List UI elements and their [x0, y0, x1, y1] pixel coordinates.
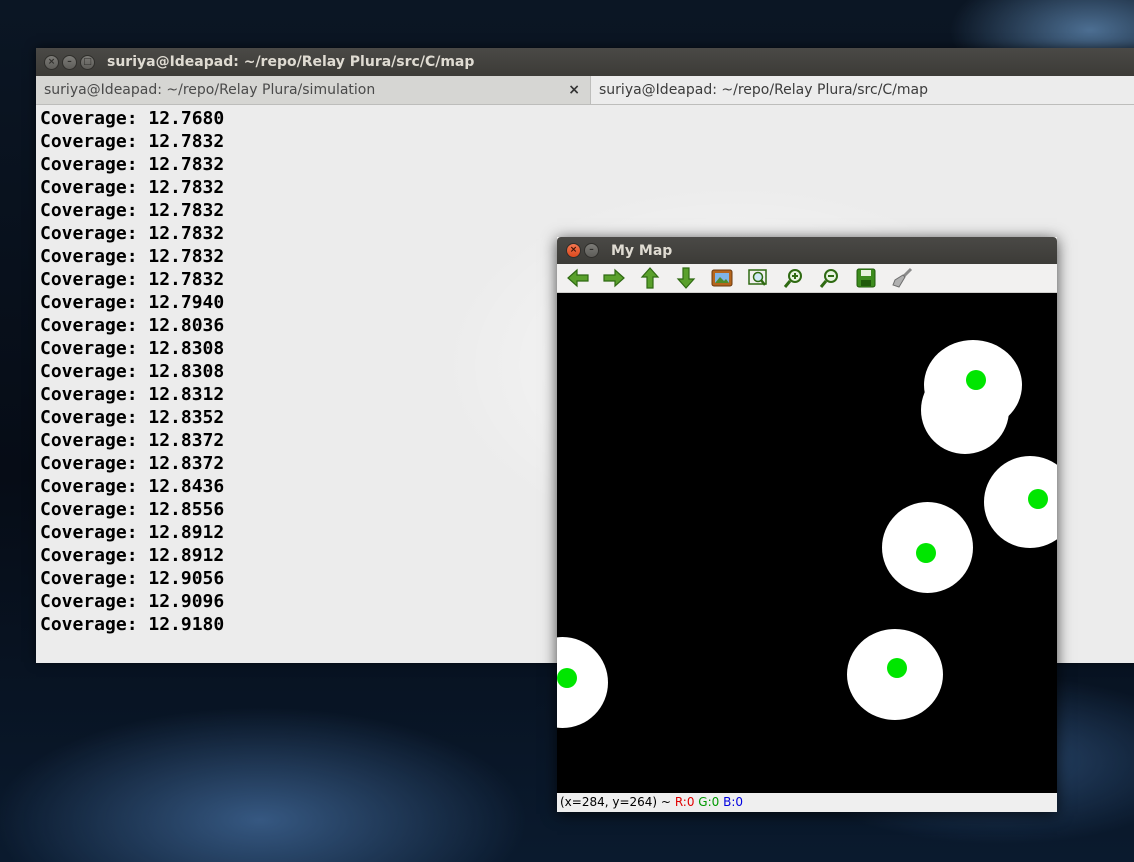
- tab-label: suriya@Ideapad: ~/repo/Relay Plura/simul…: [44, 82, 376, 98]
- save-icon[interactable]: [852, 265, 880, 291]
- tab-close-icon[interactable]: ×: [568, 82, 580, 98]
- arrow-right-icon[interactable]: [600, 265, 628, 291]
- terminal-line: Coverage: 12.7680: [40, 108, 225, 129]
- terminal-line: Coverage: 12.7832: [40, 177, 225, 198]
- zoom-fit-icon[interactable]: [744, 265, 772, 291]
- minimize-icon[interactable]: –: [62, 54, 77, 70]
- zoom-in-icon[interactable]: [780, 265, 808, 291]
- map-window: × – My Map (x=284, y=264) ~ R:0 G:0 B:0: [557, 237, 1057, 812]
- arrow-down-icon[interactable]: [672, 265, 700, 291]
- terminal-line: Coverage: 12.7832: [40, 200, 225, 221]
- green-value: G:0: [698, 795, 720, 809]
- image-icon[interactable]: [708, 265, 736, 291]
- close-icon[interactable]: ×: [566, 243, 581, 258]
- map-canvas[interactable]: [557, 293, 1057, 793]
- cursor-coords: (x=284, y=264) ~: [560, 795, 671, 809]
- node-marker: [887, 658, 907, 678]
- map-toolbar: [557, 264, 1057, 293]
- node-marker: [557, 668, 577, 688]
- red-value: R:0: [674, 795, 695, 809]
- node-marker: [966, 370, 986, 390]
- zoom-out-icon[interactable]: [816, 265, 844, 291]
- blue-value: B:0: [723, 795, 744, 809]
- tab-map[interactable]: suriya@Ideapad: ~/repo/Relay Plura/src/C…: [591, 76, 1134, 104]
- node-marker: [1028, 489, 1048, 509]
- terminal-line: Coverage: 12.7832: [40, 154, 225, 175]
- arrow-up-icon[interactable]: [636, 265, 664, 291]
- map-titlebar[interactable]: × – My Map: [557, 237, 1057, 264]
- tab-label: suriya@Ideapad: ~/repo/Relay Plura/src/C…: [599, 82, 929, 98]
- terminal-line: Coverage: 12.7832: [40, 131, 225, 152]
- close-icon[interactable]: ×: [44, 54, 59, 70]
- terminal-title: suriya@Ideapad: ~/repo/Relay Plura/src/C…: [107, 54, 475, 70]
- brush-icon[interactable]: [888, 265, 916, 291]
- tab-simulation[interactable]: suriya@Ideapad: ~/repo/Relay Plura/simul…: [36, 76, 591, 104]
- terminal-titlebar[interactable]: × – □ suriya@Ideapad: ~/repo/Relay Plura…: [36, 48, 1134, 76]
- minimize-icon[interactable]: –: [584, 243, 599, 258]
- coverage-area: [921, 366, 1009, 454]
- arrow-left-icon[interactable]: [564, 265, 592, 291]
- node-marker: [916, 543, 936, 563]
- maximize-icon[interactable]: □: [80, 54, 95, 70]
- map-statusbar: (x=284, y=264) ~ R:0 G:0 B:0: [557, 793, 1057, 812]
- terminal-tabs: suriya@Ideapad: ~/repo/Relay Plura/simul…: [36, 76, 1134, 105]
- map-title: My Map: [611, 242, 673, 259]
